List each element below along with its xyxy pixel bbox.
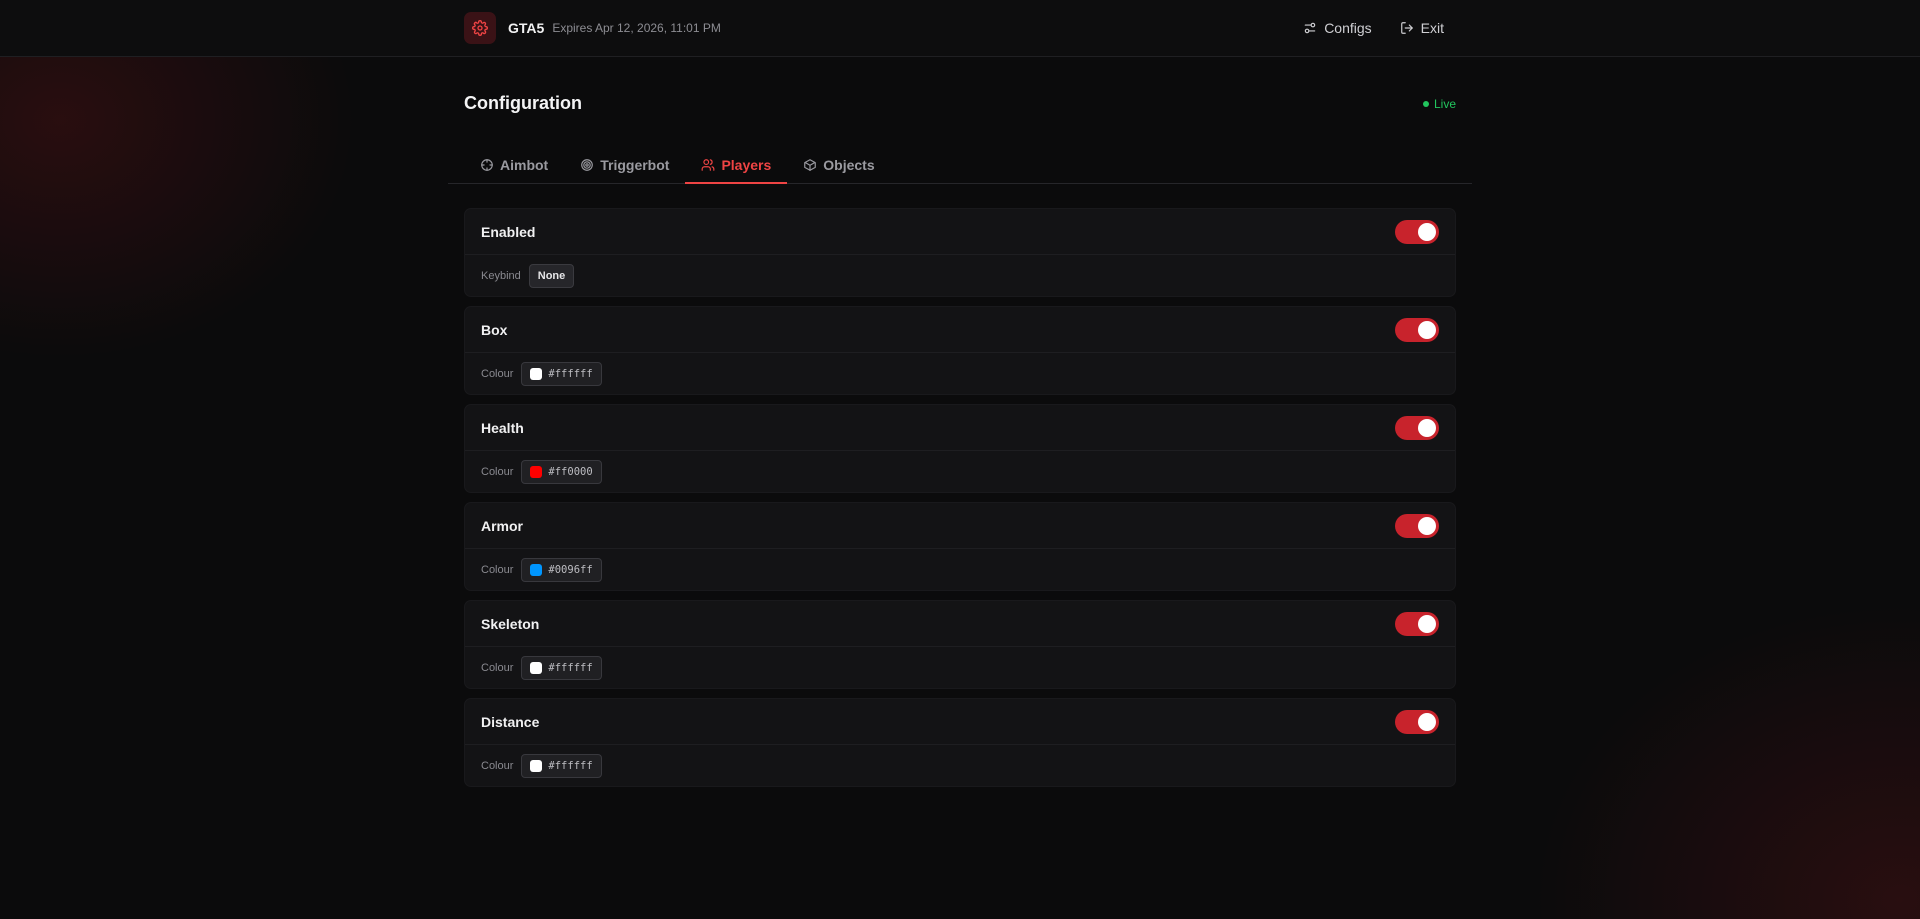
armor-toggle[interactable] [1395, 513, 1439, 538]
app-name: GTA5 [508, 20, 545, 36]
toggle-knob [1418, 516, 1436, 535]
color-hex: #ffffff [548, 662, 593, 674]
setting-card-health: Health Colour #ff0000 [464, 404, 1456, 493]
expiry-text: Expires Apr 12, 2026, 11:01 PM [552, 21, 721, 35]
box-toggle[interactable] [1395, 317, 1439, 342]
setting-title: Distance [481, 713, 540, 730]
toggle-knob [1418, 320, 1436, 339]
color-picker-button[interactable]: #ffffff [521, 656, 602, 680]
toggle-knob [1418, 222, 1436, 241]
color-picker-button[interactable]: #ffffff [521, 754, 602, 778]
color-hex: #ffffff [548, 760, 593, 772]
setting-card-distance: Distance Colour #ffffff [464, 698, 1456, 787]
color-picker-button[interactable]: #ff0000 [521, 460, 602, 484]
toggle-knob [1418, 712, 1436, 731]
color-picker-button[interactable]: #0096ff [521, 558, 602, 582]
tab-label: Players [721, 156, 772, 173]
status-badge: Live [1422, 97, 1456, 111]
users-icon [702, 158, 715, 171]
enabled-toggle[interactable] [1395, 219, 1439, 244]
setting-card-box: Box Colour #ffffff [464, 306, 1456, 395]
keybind-button[interactable]: None [528, 264, 575, 288]
status-label: Live [1433, 97, 1456, 111]
field-label: Colour [481, 564, 514, 576]
field-label: Colour [481, 760, 514, 772]
page-title: Configuration [464, 93, 582, 113]
tab-objects[interactable]: Objects [787, 146, 890, 183]
setting-card-armor: Armor Colour #0096ff [464, 502, 1456, 591]
field-label: Colour [481, 368, 514, 380]
box-icon [804, 158, 817, 171]
color-hex: #ffffff [548, 368, 593, 380]
setting-title: Armor [481, 517, 524, 534]
logo [464, 12, 496, 44]
logout-icon [1400, 22, 1413, 34]
color-swatch [530, 662, 543, 674]
distance-toggle[interactable] [1395, 709, 1439, 734]
setting-title: Enabled [481, 223, 536, 240]
live-dot-icon [1422, 101, 1429, 107]
main-content: Configuration Live Aimbot Triggerbot Pla… [448, 57, 1472, 787]
setting-title: Skeleton [481, 615, 540, 632]
color-swatch [530, 564, 543, 576]
toggle-knob [1418, 418, 1436, 437]
color-hex: #ff0000 [548, 466, 593, 478]
top-bar: GTA5 Expires Apr 12, 2026, 11:01 PM Conf… [0, 0, 1920, 57]
gear-icon [472, 20, 488, 36]
exit-label: Exit [1420, 20, 1444, 36]
skeleton-toggle[interactable] [1395, 611, 1439, 636]
setting-title: Health [481, 419, 524, 436]
setting-card-enabled: Enabled Keybind None [464, 208, 1456, 297]
color-swatch [530, 760, 543, 772]
color-swatch [530, 466, 543, 478]
tab-label: Aimbot [500, 156, 549, 173]
tab-label: Triggerbot [600, 156, 670, 173]
setting-card-skeleton: Skeleton Colour #ffffff [464, 600, 1456, 689]
tab-aimbot[interactable]: Aimbot [464, 146, 564, 183]
exit-button[interactable]: Exit [1400, 20, 1444, 36]
tab-players[interactable]: Players [685, 146, 788, 184]
configs-button[interactable]: Configs [1303, 20, 1372, 36]
tab-triggerbot[interactable]: Triggerbot [564, 146, 685, 183]
tab-bar: Aimbot Triggerbot Players Objects [448, 147, 1472, 184]
target-icon [581, 158, 594, 171]
field-label: Keybind [481, 270, 521, 282]
field-label: Colour [481, 466, 514, 478]
color-swatch [530, 368, 543, 380]
field-label: Colour [481, 662, 514, 674]
settings-list: Enabled Keybind None Box Colour #ffffff [448, 184, 1472, 787]
color-hex: #0096ff [548, 564, 593, 576]
color-picker-button[interactable]: #ffffff [521, 362, 602, 386]
toggle-knob [1418, 614, 1436, 633]
configs-label: Configs [1324, 20, 1372, 36]
health-toggle[interactable] [1395, 415, 1439, 440]
crosshair-icon [481, 158, 493, 171]
setting-title: Box [481, 321, 508, 338]
sliders-icon [1304, 22, 1316, 34]
tab-label: Objects [823, 156, 875, 173]
